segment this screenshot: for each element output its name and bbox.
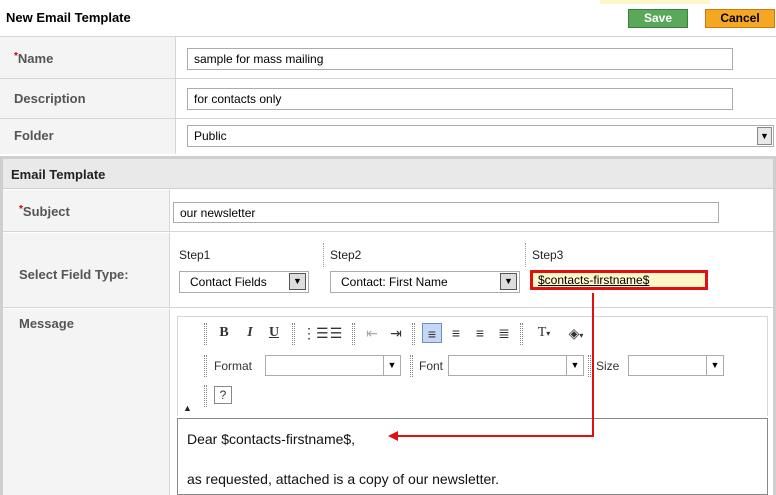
subject-row: *Subject our newsletter	[3, 190, 773, 232]
toolbar-grip	[292, 323, 295, 345]
folder-select-value: Public	[194, 129, 227, 143]
step2-value: Contact: First Name	[341, 275, 448, 289]
name-label-cell: *Name	[0, 37, 176, 78]
page-title: New Email Template	[6, 10, 131, 25]
chevron-down-icon[interactable]: ▼	[706, 356, 723, 375]
step-separator	[323, 243, 324, 267]
step2-label: Step2	[330, 248, 362, 262]
field-placeholder-output[interactable]: $contacts-firstname$	[530, 270, 708, 290]
name-row: *Name sample for mass mailing	[0, 36, 776, 78]
name-input[interactable]: sample for mass mailing	[187, 48, 733, 70]
message-label: Message	[19, 316, 74, 331]
step1-value: Contact Fields	[190, 275, 267, 289]
toolbar-grip	[410, 355, 413, 377]
chevron-down-icon[interactable]: ▼	[757, 127, 772, 145]
name-label-text: Name	[17, 51, 54, 66]
numbered-list-icon[interactable]: ⋮☰	[302, 323, 329, 343]
underline-icon[interactable]: U	[264, 323, 284, 343]
editor-toolbar: B I U ⋮☰ ☰ ⇤ ⇥ ≡ ≡ ≡ ≣ T▾ ◈▾ Format ▼ Fo…	[177, 316, 768, 416]
editor-line: as requested, attached is a copy of our …	[187, 471, 500, 487]
toolbar-grip	[588, 355, 591, 377]
align-right-icon[interactable]: ≡	[470, 323, 490, 343]
justify-icon[interactable]: ≣	[494, 323, 514, 343]
notice-strip	[600, 0, 710, 4]
select-field-type-label: Select Field Type:	[19, 267, 129, 282]
collapse-toolbar-icon[interactable]: ▲	[183, 403, 192, 413]
align-center-icon[interactable]: ≡	[446, 323, 466, 343]
indent-icon[interactable]: ⇥	[386, 323, 406, 343]
align-left-icon[interactable]: ≡	[422, 323, 442, 343]
bold-icon[interactable]: B	[214, 323, 234, 343]
subject-label: *Subject	[19, 204, 70, 219]
step3-label: Step3	[532, 248, 564, 262]
step1-dropdown[interactable]: Contact Fields ▼	[179, 271, 309, 293]
text-color-icon[interactable]: T▾	[530, 323, 558, 343]
step1-label: Step1	[179, 248, 211, 262]
folder-select[interactable]: Public ▼	[187, 125, 774, 147]
cancel-button[interactable]: Cancel	[705, 9, 775, 28]
chevron-down-icon[interactable]: ▼	[566, 356, 583, 375]
name-label: *Name	[14, 51, 53, 66]
background-color-icon[interactable]: ◈▾	[562, 323, 590, 343]
description-input[interactable]: for contacts only	[187, 88, 733, 110]
description-label-cell: Description	[0, 79, 176, 118]
format-select[interactable]: ▼	[265, 355, 401, 376]
toolbar-grip	[204, 323, 207, 345]
toolbar-grip	[412, 323, 415, 345]
size-select[interactable]: ▼	[628, 355, 724, 376]
folder-label-cell: Folder	[0, 119, 176, 154]
bullet-list-icon[interactable]: ☰	[326, 323, 346, 343]
size-label: Size	[596, 359, 620, 373]
toolbar-grip	[352, 323, 355, 345]
subject-input[interactable]: our newsletter	[173, 202, 719, 223]
chevron-down-icon[interactable]: ▼	[500, 273, 517, 290]
folder-label: Folder	[14, 128, 54, 143]
editor-line: Dear $contacts-firstname$,	[187, 431, 356, 447]
font-label: Font	[419, 359, 444, 373]
save-button[interactable]: Save	[628, 9, 688, 28]
message-label-cell: Message	[3, 309, 170, 495]
italic-icon[interactable]: I	[240, 323, 260, 343]
subject-label-text: Subject	[22, 204, 70, 219]
description-label: Description	[14, 91, 86, 106]
chevron-down-icon[interactable]: ▼	[289, 273, 306, 290]
description-row: Description for contacts only	[0, 78, 776, 118]
email-template-title: Email Template	[11, 167, 106, 182]
email-template-header: Email Template	[3, 159, 773, 189]
step-separator	[525, 243, 526, 267]
folder-row: Folder Public ▼	[0, 118, 776, 154]
step2-dropdown[interactable]: Contact: First Name ▼	[330, 271, 520, 293]
outdent-icon[interactable]: ⇤	[362, 323, 382, 343]
toolbar-grip	[204, 385, 207, 407]
format-label: Format	[214, 359, 253, 373]
help-icon[interactable]: ?	[214, 386, 232, 404]
select-field-type-label-cell: Select Field Type:	[3, 233, 170, 307]
subject-label-cell: *Subject	[3, 190, 170, 231]
font-select[interactable]: ▼	[448, 355, 584, 376]
toolbar-grip	[204, 355, 207, 377]
toolbar-grip	[520, 323, 523, 345]
message-editor[interactable]: Dear $contacts-firstname$, as requested,…	[177, 418, 768, 495]
chevron-down-icon[interactable]: ▼	[383, 356, 400, 375]
